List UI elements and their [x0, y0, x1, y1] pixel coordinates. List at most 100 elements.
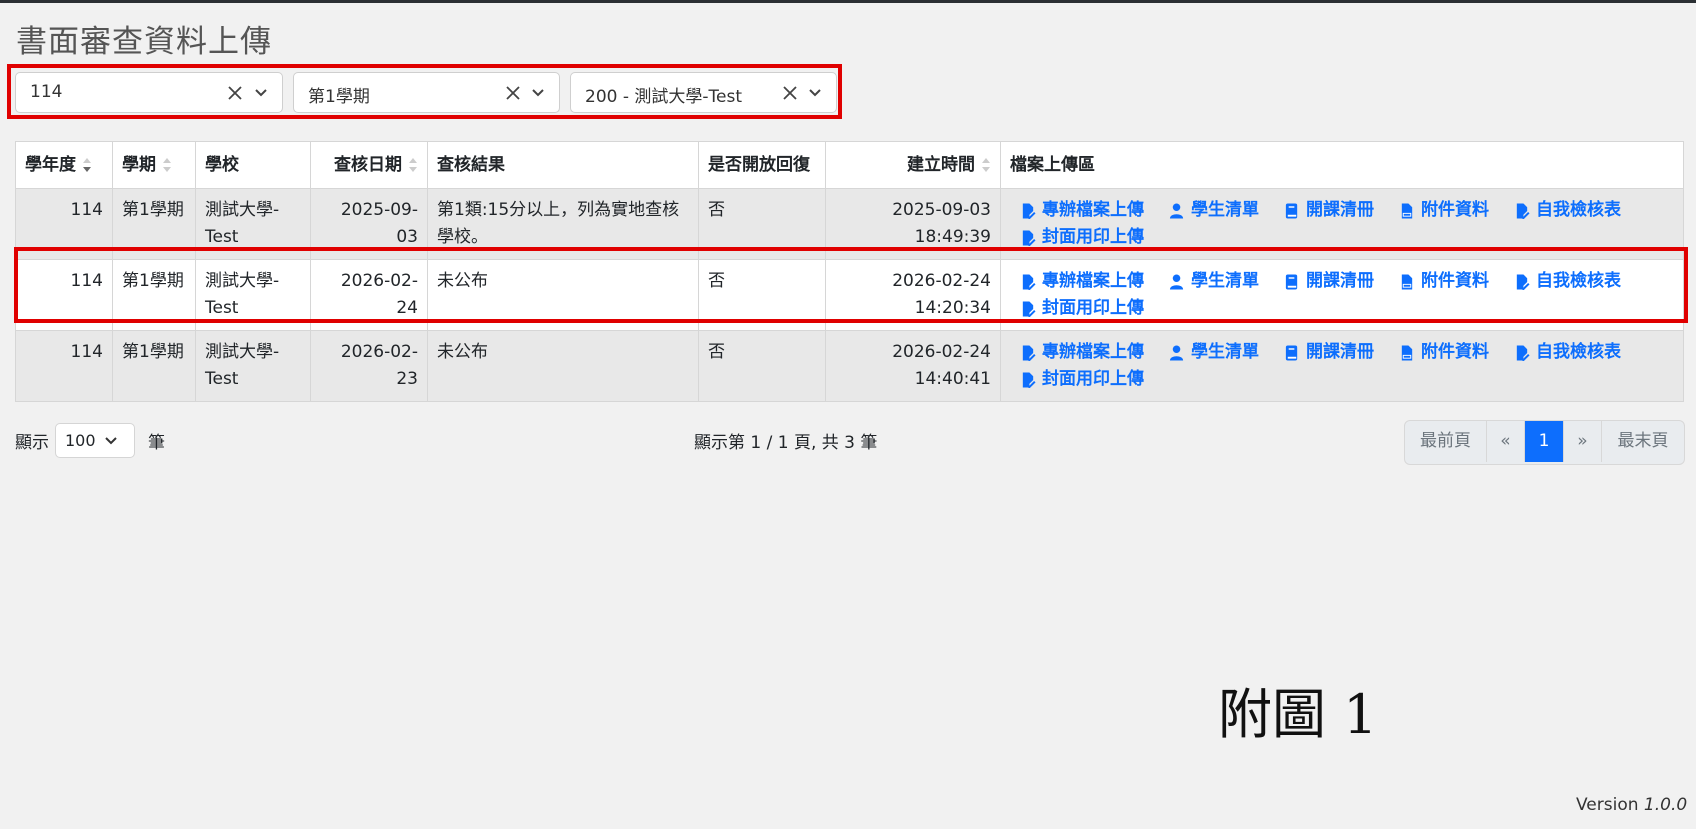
book-icon: [1285, 202, 1298, 219]
result-cell: 未公布: [427, 330, 699, 402]
course-list-link[interactable]: 開課清冊: [1284, 268, 1374, 295]
action-label: 自我檢核表: [1536, 271, 1621, 291]
action-label: 附件資料: [1421, 342, 1489, 362]
action-label: 專辦檔案上傳: [1042, 271, 1144, 291]
self-check-link[interactable]: 自我檢核表: [1514, 197, 1621, 224]
term-cell: 第1學期: [112, 330, 196, 402]
school-cell: 測試大學-Test: [195, 259, 311, 331]
file-edit-icon: [1022, 344, 1036, 361]
file-edit-icon: [1022, 202, 1036, 219]
col-header-created[interactable]: 建立時間: [825, 141, 1001, 189]
file-edit-icon: [1022, 371, 1036, 388]
version-text: Version 1.0.0: [1576, 795, 1688, 815]
action-label: 封面用印上傳: [1042, 298, 1144, 318]
pagination: 最前頁 « 1 » 最末頁: [1404, 420, 1685, 465]
student-list-link[interactable]: 學生清單: [1169, 339, 1259, 366]
page-size-select[interactable]: 100: [55, 423, 135, 458]
action-label: 附件資料: [1421, 200, 1489, 220]
action-label: 封面用印上傳: [1042, 227, 1144, 247]
file-edit-icon: [1516, 344, 1530, 361]
col-header-review-date[interactable]: 查核日期: [310, 141, 428, 189]
self-check-link[interactable]: 自我檢核表: [1514, 268, 1621, 295]
page-size-value: 100: [65, 431, 96, 450]
chevron-down-icon: [105, 437, 117, 445]
action-label: 專辦檔案上傳: [1042, 342, 1144, 362]
sort-desc-icon: [83, 157, 91, 172]
pager-prev-button[interactable]: «: [1487, 421, 1525, 462]
pager-page-1-button[interactable]: 1: [1525, 421, 1564, 462]
action-label: 自我檢核表: [1536, 342, 1621, 362]
attachment-link[interactable]: 附件資料: [1399, 268, 1489, 295]
attachment-link[interactable]: 附件資料: [1399, 339, 1489, 366]
col-header-open-reply: 是否開放回復: [698, 141, 826, 189]
upload-actions-cell: 專辦檔案上傳 學生清單 開課清冊 附件資料 自我檢核表封面用印上傳: [1000, 188, 1684, 260]
action-label: 學生清單: [1191, 200, 1259, 220]
open-reply-cell: 否: [698, 330, 826, 402]
created-time-cell: 2026-02-24 14:40:41: [825, 330, 1001, 402]
window-top-edge: [0, 0, 1696, 3]
file-edit-icon: [1022, 273, 1036, 290]
upload-actions-cell: 專辦檔案上傳 學生清單 開課清冊 附件資料 自我檢核表封面用印上傳: [1000, 330, 1684, 402]
cover-stamp-upload-link[interactable]: 封面用印上傳: [1020, 366, 1144, 393]
action-label: 自我檢核表: [1536, 200, 1621, 220]
upload-special-file-link[interactable]: 專辦檔案上傳: [1020, 197, 1144, 224]
action-label: 附件資料: [1421, 271, 1489, 291]
col-header-result: 查核結果: [427, 141, 699, 189]
review-date-cell: 2026-02-23: [310, 330, 428, 402]
open-reply-cell: 否: [698, 259, 826, 331]
page-info: 顯示第 1 / 1 頁, 共 3 筆: [694, 433, 878, 453]
pager-last-button[interactable]: 最末頁: [1602, 421, 1684, 462]
school-cell: 測試大學-Test: [195, 188, 311, 260]
attachment-link[interactable]: 附件資料: [1399, 197, 1489, 224]
review-table: 學年度 學期 學校 查核日期 查核結果 是否開放回復 建立時間 檔案上傳區 11…: [15, 141, 1684, 402]
col-header-term[interactable]: 學期: [112, 141, 196, 189]
col-header-school: 學校: [195, 141, 311, 189]
action-label: 學生清單: [1191, 271, 1259, 291]
student-list-link[interactable]: 學生清單: [1169, 268, 1259, 295]
table-row: 114 第1學期 測試大學-Test 2026-02-23 未公布否 2026-02-24…: [15, 330, 1684, 402]
action-label: 開課清冊: [1306, 342, 1374, 362]
result-cell: 未公布: [427, 259, 699, 331]
pager-next-button[interactable]: »: [1564, 421, 1602, 462]
table-header-row: 學年度 學期 學校 查核日期 查核結果 是否開放回復 建立時間 檔案上傳區: [15, 141, 1684, 189]
page-title: 書面審查資料上傳: [16, 24, 272, 60]
upload-special-file-link[interactable]: 專辦檔案上傳: [1020, 339, 1144, 366]
pager-first-button[interactable]: 最前頁: [1405, 421, 1487, 462]
sort-icon: [409, 157, 417, 172]
action-label: 開課清冊: [1306, 271, 1374, 291]
review-date-cell: 2025-09-03: [310, 188, 428, 260]
page-size-unit: 筆: [148, 433, 165, 453]
action-label: 開課清冊: [1306, 200, 1374, 220]
user-icon: [1169, 202, 1184, 219]
cover-stamp-upload-link[interactable]: 封面用印上傳: [1020, 224, 1144, 251]
review-date-cell: 2026-02-24: [310, 259, 428, 331]
school-cell: 測試大學-Test: [195, 330, 311, 402]
file-edit-icon: [1022, 300, 1036, 317]
year-cell: 114: [15, 330, 113, 402]
self-check-link[interactable]: 自我檢核表: [1514, 339, 1621, 366]
course-list-link[interactable]: 開課清冊: [1284, 197, 1374, 224]
year-cell: 114: [15, 259, 113, 331]
filter-highlight-frame: [7, 64, 842, 119]
pdf-file-icon: [1401, 202, 1413, 219]
file-edit-icon: [1516, 273, 1530, 290]
year-cell: 114: [15, 188, 113, 260]
cover-stamp-upload-link[interactable]: 封面用印上傳: [1020, 295, 1144, 322]
term-cell: 第1學期: [112, 259, 196, 331]
pdf-file-icon: [1401, 344, 1413, 361]
file-edit-icon: [1022, 229, 1036, 246]
user-icon: [1169, 273, 1184, 290]
col-header-year[interactable]: 學年度: [15, 141, 113, 189]
course-list-link[interactable]: 開課清冊: [1284, 339, 1374, 366]
student-list-link[interactable]: 學生清單: [1169, 197, 1259, 224]
open-reply-cell: 否: [698, 188, 826, 260]
file-edit-icon: [1516, 202, 1530, 219]
book-icon: [1285, 344, 1298, 361]
result-cell: 第1類:15分以上，列為實地查核學校。: [427, 188, 699, 260]
upload-actions-cell: 專辦檔案上傳 學生清單 開課清冊 附件資料 自我檢核表封面用印上傳: [1000, 259, 1684, 331]
pdf-file-icon: [1401, 273, 1413, 290]
upload-special-file-link[interactable]: 專辦檔案上傳: [1020, 268, 1144, 295]
created-time-cell: 2026-02-24 14:20:34: [825, 259, 1001, 331]
action-label: 封面用印上傳: [1042, 369, 1144, 389]
table-row: 114 第1學期 測試大學-Test 2026-02-24 未公布否 2026-02-24…: [15, 259, 1684, 331]
